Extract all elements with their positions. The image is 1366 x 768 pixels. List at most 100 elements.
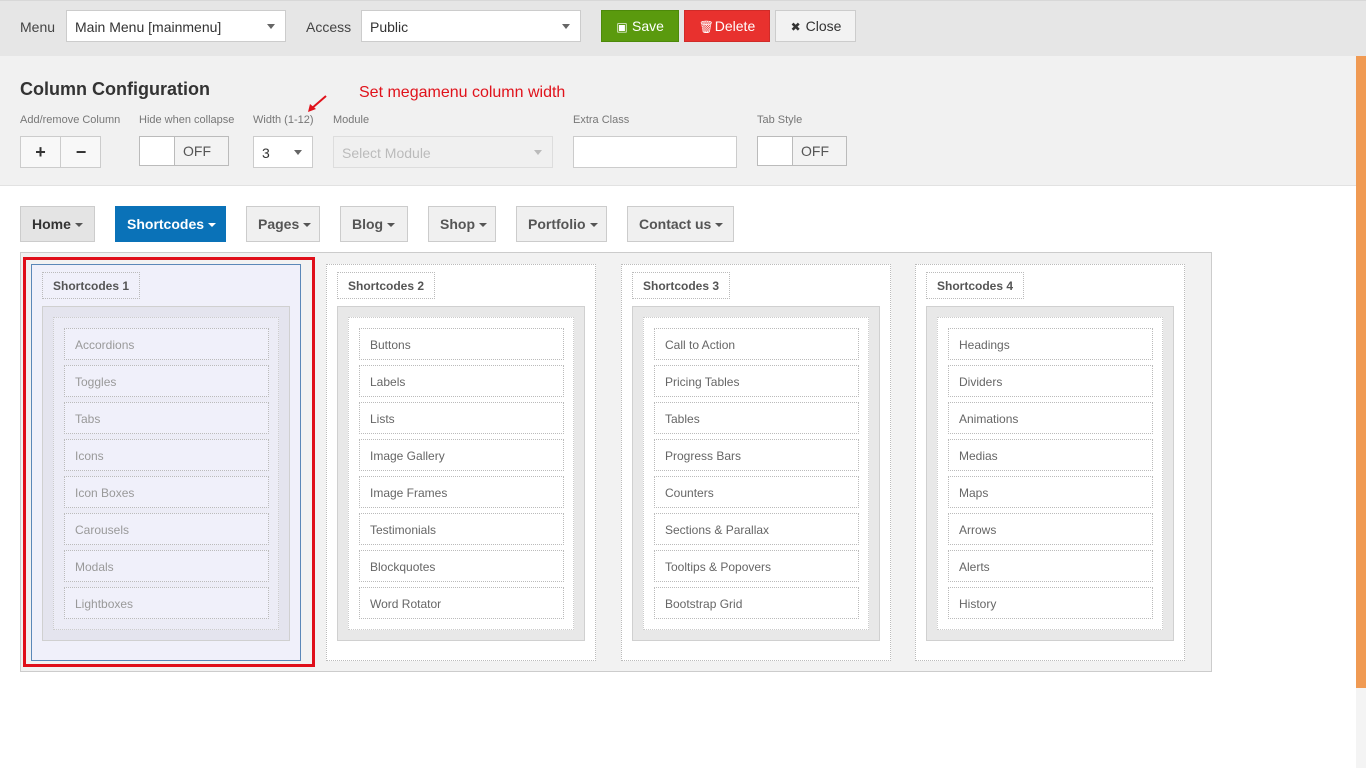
- tab-style-toggle[interactable]: OFF: [757, 136, 847, 166]
- column-title[interactable]: Shortcodes 4: [926, 272, 1025, 299]
- save-button[interactable]: ▣ Save: [601, 10, 679, 42]
- caret-down-icon: [303, 223, 312, 228]
- save-button-label: Save: [632, 18, 664, 34]
- nav-label: Shortcodes: [127, 216, 205, 232]
- list-item[interactable]: Maps: [948, 476, 1153, 508]
- nav-item-pages[interactable]: Pages: [246, 206, 320, 242]
- list-item[interactable]: Tables: [654, 402, 859, 434]
- list-item[interactable]: Testimonials: [359, 513, 564, 545]
- column-body: Buttons Labels Lists Image Gallery Image…: [337, 306, 585, 641]
- trash-icon: 🗑: [698, 20, 714, 34]
- nav-label: Portfolio: [528, 216, 586, 232]
- menu-select-value: Main Menu [mainmenu]: [75, 19, 222, 35]
- megamenu-column-4[interactable]: Shortcodes 4 Headings Dividers Animation…: [915, 264, 1185, 661]
- top-toolbar: Menu Main Menu [mainmenu] Access Public …: [0, 0, 1366, 56]
- caret-down-icon: [208, 223, 217, 228]
- tab-style-label: Tab Style: [757, 114, 803, 126]
- nav-label: Pages: [258, 216, 300, 232]
- module-select-placeholder: Select Module: [342, 145, 431, 161]
- nav-item-portfolio[interactable]: Portfolio: [516, 206, 607, 242]
- toggle-knob: [140, 137, 175, 165]
- chevron-down-icon: [534, 150, 542, 155]
- scrollbar-thumb[interactable]: [1356, 56, 1366, 688]
- access-select-value: Public: [370, 19, 409, 35]
- nav-label: Blog: [352, 216, 384, 232]
- column-list: Headings Dividers Animations Medias Maps…: [937, 317, 1163, 630]
- caret-down-icon: [715, 223, 724, 228]
- list-item[interactable]: Headings: [948, 328, 1153, 360]
- nav-item-shortcodes[interactable]: Shortcodes: [115, 206, 226, 242]
- list-item[interactable]: Image Gallery: [359, 439, 564, 471]
- add-remove-column-label: Add/remove Column: [20, 114, 121, 126]
- list-item[interactable]: History: [948, 587, 1153, 619]
- toggle-state: OFF: [183, 143, 211, 159]
- add-column-button[interactable]: +: [21, 137, 61, 167]
- annotation-arrow-icon: [308, 95, 327, 112]
- list-item[interactable]: Lists: [359, 402, 564, 434]
- toggle-state: OFF: [801, 143, 829, 159]
- selected-column-highlight: [23, 257, 315, 667]
- list-item[interactable]: Progress Bars: [654, 439, 859, 471]
- add-remove-column-control: + −: [20, 136, 101, 168]
- nav-item-contact-us[interactable]: Contact us: [627, 206, 734, 242]
- list-item[interactable]: Bootstrap Grid: [654, 587, 859, 619]
- panel-title: Column Configuration: [20, 79, 210, 99]
- list-item[interactable]: Call to Action: [654, 328, 859, 360]
- module-label: Module: [333, 114, 370, 126]
- save-icon: ▣: [616, 20, 628, 34]
- width-select[interactable]: 3: [253, 136, 313, 168]
- column-title[interactable]: Shortcodes 2: [337, 272, 436, 299]
- list-item[interactable]: Dividers: [948, 365, 1153, 397]
- megamenu-column-2[interactable]: Shortcodes 2 Buttons Labels Lists Image …: [326, 264, 596, 661]
- remove-column-button[interactable]: −: [61, 137, 101, 167]
- nav-item-home[interactable]: Home: [20, 206, 95, 242]
- list-item[interactable]: Pricing Tables: [654, 365, 859, 397]
- list-item[interactable]: Counters: [654, 476, 859, 508]
- close-icon: ✖: [790, 20, 801, 34]
- access-select[interactable]: Public: [361, 10, 581, 42]
- nav-item-shop[interactable]: Shop: [428, 206, 496, 242]
- megamenu-column-3[interactable]: Shortcodes 3 Call to Action Pricing Tabl…: [621, 264, 891, 661]
- module-select[interactable]: Select Module: [333, 136, 553, 168]
- nav-label: Home: [32, 216, 71, 232]
- list-item[interactable]: Alerts: [948, 550, 1153, 582]
- nav-label: Shop: [440, 216, 475, 232]
- hide-when-collapse-label: Hide when collapse: [139, 114, 235, 126]
- list-item[interactable]: Animations: [948, 402, 1153, 434]
- list-item[interactable]: Image Frames: [359, 476, 564, 508]
- close-button-label: Close: [805, 18, 842, 34]
- list-item[interactable]: Buttons: [359, 328, 564, 360]
- delete-button-label: Delete: [714, 18, 756, 34]
- nav-item-blog[interactable]: Blog: [340, 206, 408, 242]
- delete-button[interactable]: 🗑Delete: [684, 10, 770, 42]
- column-configuration-panel: Column Configuration Set megamenu column…: [0, 56, 1356, 186]
- list-item[interactable]: Arrows: [948, 513, 1153, 545]
- caret-down-icon: [387, 223, 396, 228]
- list-item[interactable]: Labels: [359, 365, 564, 397]
- chevron-down-icon: [562, 24, 570, 29]
- chevron-down-icon: [294, 150, 302, 155]
- width-select-value: 3: [262, 145, 270, 161]
- page-scrollbar[interactable]: [1356, 56, 1366, 768]
- caret-down-icon: [589, 223, 598, 228]
- caret-down-icon: [479, 223, 487, 228]
- column-body: Headings Dividers Animations Medias Maps…: [926, 306, 1174, 641]
- extra-class-input[interactable]: [573, 136, 737, 168]
- list-item[interactable]: Word Rotator: [359, 587, 564, 619]
- close-button[interactable]: ✖ Close: [775, 10, 856, 42]
- toggle-knob: [758, 137, 793, 165]
- column-list: Buttons Labels Lists Image Gallery Image…: [348, 317, 574, 630]
- list-item[interactable]: Blockquotes: [359, 550, 564, 582]
- hide-when-collapse-toggle[interactable]: OFF: [139, 136, 229, 166]
- column-title[interactable]: Shortcodes 3: [632, 272, 731, 299]
- list-item[interactable]: Tooltips & Popovers: [654, 550, 859, 582]
- extra-class-label: Extra Class: [573, 114, 630, 126]
- annotation-text: Set megamenu column width: [359, 84, 566, 101]
- menu-select[interactable]: Main Menu [mainmenu]: [66, 10, 286, 42]
- list-item[interactable]: Sections & Parallax: [654, 513, 859, 545]
- caret-down-icon: [74, 223, 83, 228]
- list-item[interactable]: Medias: [948, 439, 1153, 471]
- nav-label: Contact us: [639, 216, 712, 232]
- column-list: Call to Action Pricing Tables Tables Pro…: [643, 317, 869, 630]
- access-label: Access: [306, 19, 352, 35]
